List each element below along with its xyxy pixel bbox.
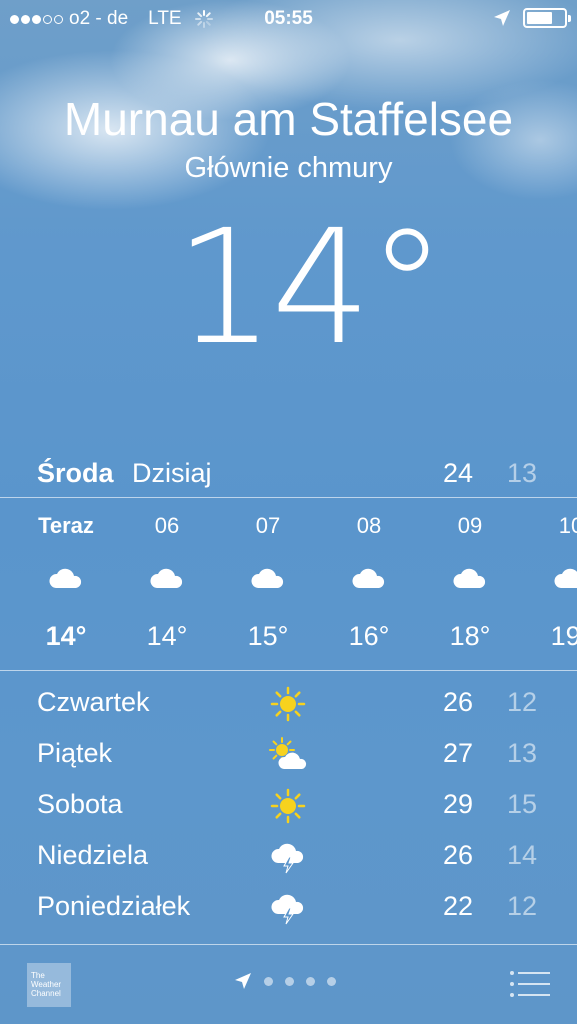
hour-label: 08 (356, 513, 382, 538)
page-dot[interactable] (306, 976, 315, 986)
hour-temperature: 18° (449, 621, 491, 651)
today-summary: Środa Dzisiaj 24 13 (0, 452, 577, 496)
city-list-icon[interactable] (510, 970, 550, 998)
daily-row: Czwartek 26 12 (0, 680, 577, 730)
status-bar: o2 - de LTE 05:55 (0, 0, 577, 38)
status-right (493, 8, 571, 28)
today-day-name: Środa (37, 458, 114, 488)
hour-temperature: 16° (348, 621, 390, 651)
day-name: Sobota (37, 789, 123, 819)
day-high: 26 (443, 687, 474, 717)
day-low: 12 (507, 891, 538, 921)
partly-cloudy-icon (268, 737, 308, 773)
daily-row: Sobota 29 15 (0, 782, 577, 832)
hour-label: 09 (457, 513, 483, 538)
sun-icon (268, 788, 308, 824)
cloud-icon (48, 566, 84, 590)
divider (0, 497, 577, 498)
weather-channel-logo[interactable]: The Weather Channel (27, 963, 71, 1007)
day-high: 22 (443, 891, 474, 921)
daily-forecast[interactable]: Czwartek 26 12 Piątek 27 13 Sobota 29 15 Niedziel… (0, 680, 577, 942)
location-arrow-icon (235, 973, 251, 989)
sun-icon (268, 686, 308, 722)
page-dot[interactable] (285, 976, 294, 986)
day-name: Piątek (37, 738, 113, 768)
hour-temperature: 14° (45, 621, 87, 651)
day-low: 13 (507, 738, 538, 768)
daily-row: Niedziela 26 14 (0, 833, 577, 883)
cloud-icon (452, 566, 488, 590)
hour-temperature: 19° (550, 621, 577, 651)
current-temperature: 14° (174, 196, 446, 380)
page-dot[interactable] (264, 976, 273, 986)
hour-temperature: 15° (247, 621, 289, 651)
divider (0, 670, 577, 671)
hourly-forecast[interactable]: Teraz 14° 06 14° 07 15° 08 16° 09 18° 10 19° (0, 500, 577, 670)
city-name: Murnau am Staffelsee (63, 93, 514, 145)
thunderstorm-icon (268, 890, 308, 926)
hour-label: 10 (558, 513, 577, 538)
cloud-icon (351, 566, 387, 590)
daily-row: Poniedziałek 22 12 (0, 884, 577, 934)
hour-label: 07 (255, 513, 281, 538)
location-arrow-icon (494, 10, 510, 26)
today-label: Dzisiaj (132, 458, 212, 488)
hour-label: Teraz (38, 513, 94, 538)
day-high: 27 (443, 738, 474, 768)
day-low: 12 (507, 687, 538, 717)
page-indicator[interactable] (234, 972, 336, 990)
day-low: 15 (507, 789, 538, 819)
day-high: 26 (443, 840, 474, 870)
page-dot[interactable] (327, 976, 336, 986)
day-name: Poniedziałek (37, 891, 191, 921)
today-low: 13 (507, 458, 538, 488)
cloud-icon (250, 566, 286, 590)
status-time: 05:55 (264, 8, 313, 29)
thunderstorm-icon (268, 839, 308, 875)
hour-label: 06 (154, 513, 180, 538)
bottom-toolbar: The Weather Channel (0, 944, 577, 1024)
day-low: 14 (507, 840, 538, 870)
daily-row: Piątek 27 13 (0, 731, 577, 781)
hour-temperature: 14° (146, 621, 188, 651)
day-high: 29 (443, 789, 474, 819)
cloud-icon (149, 566, 185, 590)
battery-icon (523, 8, 571, 28)
day-name: Czwartek (37, 687, 150, 717)
today-high: 24 (443, 458, 474, 488)
weather-condition: Głównie chmury (184, 152, 393, 184)
cloud-icon (553, 566, 577, 590)
day-name: Niedziela (37, 840, 149, 870)
